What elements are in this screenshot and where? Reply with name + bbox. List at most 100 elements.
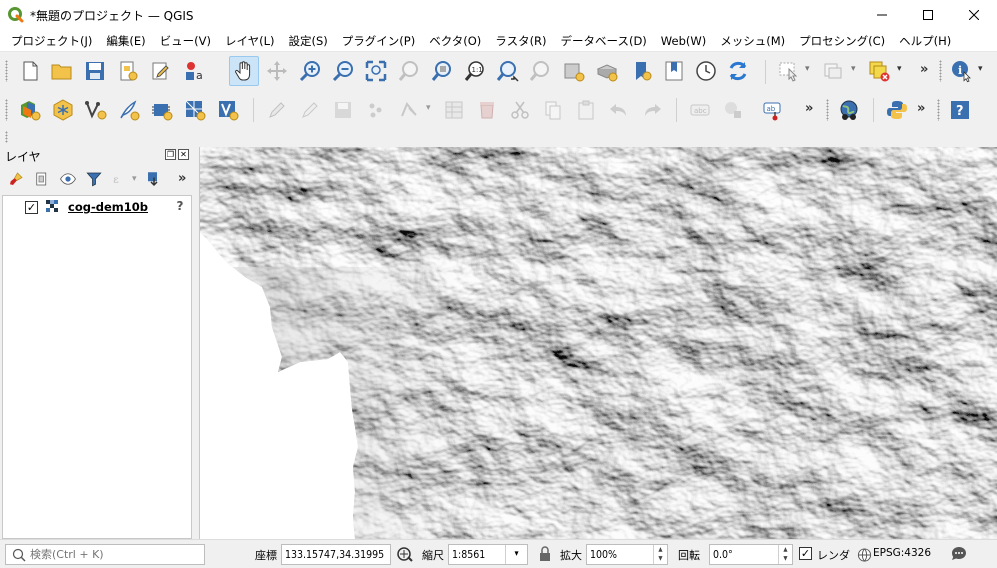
cut-features-button[interactable]	[505, 95, 535, 125]
question-mark-icon[interactable]: ?	[173, 199, 187, 214]
zoom-native-resolution-button[interactable]: 1:1	[460, 56, 490, 86]
menu-view[interactable]: ビュー(V)	[153, 33, 218, 49]
toolbar-overflow-button[interactable]: »	[920, 62, 928, 77]
toolbar-overflow-button[interactable]: »	[917, 101, 925, 116]
rotation-spinbox[interactable]: 0.0° ▲ ▼	[709, 544, 793, 565]
dropdown-arrow-icon[interactable]: ▾	[851, 64, 856, 74]
dropdown-arrow-icon[interactable]: ▾	[132, 174, 137, 184]
scale-combobox[interactable]: 1:8561 ▾	[448, 544, 528, 565]
menu-database[interactable]: データベース(D)	[554, 33, 654, 49]
menu-edit[interactable]: 編集(E)	[99, 33, 152, 49]
zoom-to-layer-button[interactable]	[427, 56, 457, 86]
menu-processing[interactable]: プロセシング(C)	[792, 33, 892, 49]
zoom-in-button[interactable]	[295, 56, 325, 86]
expand-all-button[interactable]	[141, 166, 167, 192]
layer-row[interactable]: ✓ cog-dem10b ?	[3, 198, 191, 216]
open-project-button[interactable]	[47, 56, 77, 86]
messages-icon[interactable]	[950, 545, 968, 563]
new-temporary-layer-button[interactable]	[114, 95, 144, 125]
zoom-next-button[interactable]	[526, 56, 556, 86]
paste-features-button[interactable]	[571, 95, 601, 125]
menu-layer[interactable]: レイヤ(L)	[218, 33, 282, 49]
copy-features-button[interactable]	[538, 95, 568, 125]
data-source-manager-button[interactable]	[15, 95, 45, 125]
zoom-last-button[interactable]	[493, 56, 523, 86]
toolbar-grip[interactable]	[5, 60, 8, 82]
new-virtual-point-cloud-button[interactable]	[213, 95, 243, 125]
deselect-features-button[interactable]	[864, 56, 894, 86]
locator-search-box[interactable]	[5, 544, 205, 565]
filter-legend-button[interactable]	[81, 166, 107, 192]
new-mesh-layer-button[interactable]	[180, 95, 210, 125]
redo-button[interactable]	[637, 95, 667, 125]
menu-plugins[interactable]: プラグイン(P)	[335, 33, 422, 49]
spin-arrows-icon[interactable]: ▲ ▼	[653, 545, 667, 564]
refresh-button[interactable]	[723, 56, 753, 86]
magnifier-spinbox[interactable]: 100% ▲ ▼	[586, 544, 668, 565]
style-manager-button[interactable]: a	[180, 56, 210, 86]
toolbar-overflow-button[interactable]: »	[178, 171, 186, 186]
menu-help[interactable]: ヘルプ(H)	[892, 33, 958, 49]
toolbar-grip[interactable]	[939, 60, 942, 82]
new-virtual-layer-button[interactable]	[147, 95, 177, 125]
add-point-feature-button[interactable]	[361, 95, 391, 125]
float-panel-button[interactable]: ❐	[165, 149, 176, 160]
menu-mesh[interactable]: メッシュ(M)	[713, 33, 792, 49]
dropdown-arrow-icon[interactable]: ▾	[805, 64, 810, 74]
coordinate-field[interactable]: 133.15747,34.31995	[281, 544, 391, 565]
new-print-layout-button[interactable]	[113, 56, 143, 86]
show-layout-manager-button[interactable]	[146, 56, 176, 86]
add-group-button[interactable]	[29, 166, 55, 192]
undo-button[interactable]	[604, 95, 634, 125]
filter-by-expression-button[interactable]: ε	[107, 166, 133, 192]
style-layer-button[interactable]	[3, 166, 29, 192]
delete-selected-button[interactable]	[472, 95, 502, 125]
search-input[interactable]	[30, 548, 200, 561]
menu-settings[interactable]: 設定(S)	[282, 33, 335, 49]
menu-raster[interactable]: ラスタ(R)	[488, 33, 553, 49]
close-panel-button[interactable]: ✕	[178, 149, 189, 160]
dropdown-arrow-icon[interactable]: ▾	[897, 64, 902, 74]
toggle-editing-button[interactable]	[295, 95, 325, 125]
menu-project[interactable]: プロジェクト(J)	[4, 33, 99, 49]
close-button[interactable]	[951, 0, 997, 30]
temporal-controller-button[interactable]	[691, 56, 721, 86]
new-shapefile-layer-button[interactable]	[81, 95, 111, 125]
zoom-full-button[interactable]	[361, 56, 391, 86]
pan-to-selection-button[interactable]	[262, 56, 292, 86]
new-map-view-button[interactable]	[559, 56, 589, 86]
crs-button[interactable]: EPSG:4326	[873, 547, 931, 559]
label-toolbar-button[interactable]: abc	[685, 95, 715, 125]
toolbar-grip[interactable]	[5, 131, 8, 143]
identify-features-button[interactable]: i	[947, 56, 977, 86]
render-checkbox[interactable]: ✓	[799, 547, 812, 560]
layer-labeling-options-button[interactable]: ab	[758, 95, 788, 125]
show-bookmarks-button[interactable]	[659, 56, 689, 86]
pin-labels-button[interactable]	[718, 95, 748, 125]
new-spatial-bookmark-button[interactable]	[627, 56, 657, 86]
pan-map-button[interactable]	[229, 56, 259, 86]
modify-attributes-button[interactable]	[439, 95, 469, 125]
minimize-button[interactable]	[859, 0, 905, 30]
quickmapservices-button[interactable]	[834, 95, 864, 125]
zoom-out-button[interactable]	[328, 56, 358, 86]
dropdown-arrow-icon[interactable]: ▾	[426, 103, 431, 113]
menu-vector[interactable]: ベクタ(O)	[422, 33, 488, 49]
help-contents-button[interactable]: ?	[945, 95, 975, 125]
vertex-tool-button[interactable]	[394, 95, 424, 125]
menu-web[interactable]: Web(W)	[654, 34, 713, 48]
maximize-button[interactable]	[905, 0, 951, 30]
spin-arrows-icon[interactable]: ▲ ▼	[778, 545, 792, 564]
python-console-button[interactable]	[882, 95, 912, 125]
select-by-value-button[interactable]	[818, 56, 848, 86]
new-3d-map-view-button[interactable]	[592, 56, 622, 86]
layer-visibility-checkbox[interactable]: ✓	[25, 200, 38, 214]
toolbar-grip[interactable]	[937, 99, 940, 121]
save-layer-edits-button[interactable]	[328, 95, 358, 125]
current-edits-button[interactable]	[262, 95, 292, 125]
extents-toggle-icon[interactable]	[396, 545, 414, 563]
map-canvas[interactable]	[199, 147, 997, 539]
new-geopackage-layer-button[interactable]	[48, 95, 78, 125]
new-project-button[interactable]	[15, 56, 45, 86]
toolbar-overflow-button[interactable]: »	[805, 101, 813, 116]
